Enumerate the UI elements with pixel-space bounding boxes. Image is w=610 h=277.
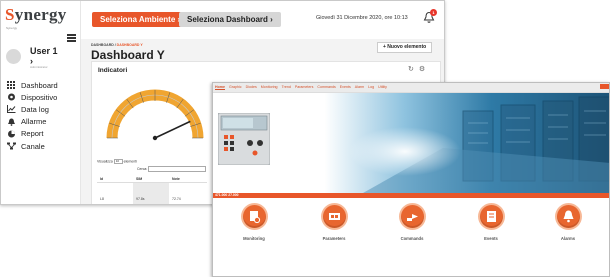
sidebar-item-data-log[interactable]: Data log [7,103,58,115]
sidebar-item-label: Report [21,129,44,139]
tile-label: Monitoring [243,236,265,241]
user-name[interactable]: User 1 › [30,46,58,66]
alarms-icon [556,205,580,228]
sidebar-item-allarme[interactable]: Allarme [7,116,58,128]
sidebar-item-dispositivo[interactable]: Dispositivo [7,91,58,103]
page-size-select[interactable]: 10 [113,159,123,164]
nav-item-trend[interactable]: Trend [282,85,291,89]
sidebar-item-label: Allarme [21,117,47,127]
tile-label: Parameters [322,236,346,241]
nav-item-commands[interactable]: Commands [317,85,335,89]
current-datetime: Giovedì 31 Dicembre 2020, ore 10:13 [316,15,408,21]
nav-item-alarm[interactable]: Alarm [355,85,364,89]
dashboard-icon [7,81,16,90]
nav-item-parameters[interactable]: Parameters [295,85,314,89]
sidebar-item-label: Canale [21,141,45,151]
sidebar-item-dashboard[interactable]: Dashboard [7,79,58,91]
refresh-icon[interactable]: ↻ [408,66,419,73]
nav-item-home[interactable]: Home [215,85,225,89]
chart-icon [7,105,16,114]
notification-bell-icon[interactable]: 1 [423,9,437,24]
panel-tools: ↻⚙ [408,65,430,73]
user-role: Administrator [30,65,48,69]
gauge-chart [106,89,204,141]
tile-alarms[interactable]: Alarms [533,205,603,241]
column-header[interactable]: Id [97,175,133,182]
bell-icon [7,118,16,126]
search-control: Cerca: [137,166,207,172]
nav-item-events[interactable]: Events [340,85,351,89]
tile-events[interactable]: Events [456,205,526,241]
monitoring-icon [242,205,266,228]
nav-item-utility[interactable]: Utility [378,85,387,89]
events-icon [479,205,503,228]
nav-items: Home Graphic Diodes Monitoring Trend Par… [215,85,391,89]
panel-title: Indicatori [98,67,128,74]
avatar[interactable] [6,49,21,64]
new-element-button[interactable]: + Nuovo elemento [377,42,433,53]
synergy-logo[interactable]: Synergy [5,5,67,25]
status-strip: 471.000 27.000 [213,193,609,198]
nav-item-log[interactable]: Log [368,85,374,89]
tile-label: Alarms [560,236,576,241]
notification-count-badge: 1 [430,9,437,16]
datacenter-image [213,93,609,193]
sidebar-item-label: Data log [21,104,49,114]
table-row[interactable]: L8 97.8s 72.74 [97,194,207,204]
controller-device-image [218,113,270,165]
column-header[interactable]: Note [169,175,205,182]
gauge-needle [154,120,191,139]
page-title: Dashboard Y [91,48,165,62]
table-row[interactable] [97,183,207,194]
nav-item-graphic[interactable]: Graphic [229,85,242,89]
gauge-arc [106,89,204,139]
sidebar-item-label: Dashboard [21,80,58,90]
data-table: Id SIM Note L8 97.8s 72.74 [97,175,207,204]
tile-monitoring[interactable]: Monitoring [219,205,289,241]
gear-icon[interactable]: ⚙ [419,66,430,73]
nav-item-diodes[interactable]: Diodes [246,85,257,89]
table-header: Id SIM Note [97,175,207,183]
report-icon [7,130,16,138]
breadcrumb: DASHBOARD / DASHBOARD Y [91,43,143,47]
tile-commands[interactable]: Commands [377,205,447,241]
sidebar: Synergy Synergy User 1 › Administrator Da… [1,1,81,204]
parameters-icon [322,205,346,228]
search-input[interactable] [148,166,207,172]
select-dashboard-button[interactable]: Seleziona Dashboard › [179,12,281,27]
device-icon [7,93,16,101]
hamburger-menu-icon[interactable] [67,34,76,42]
tile-label: Events [484,236,498,241]
nav-item-monitoring[interactable]: Monitoring [261,85,278,89]
hero-banner [213,93,609,193]
channel-icon [7,142,16,150]
top-bar: Seleziona Ambiente › Seleziona Dashboard… [81,1,444,39]
select-environment-button[interactable]: Seleziona Ambiente › [92,12,189,27]
top-navigation: Home Graphic Diodes Monitoring Trend Par… [213,83,609,93]
sidebar-item-canale[interactable]: Canale [7,140,58,152]
sidebar-item-report[interactable]: Report [7,128,58,140]
column-header[interactable]: SIM [133,175,169,182]
sidebar-menu: Dashboard Dispositivo Data log Allarme R… [7,79,58,152]
automation-webpage-window: Home Graphic Diodes Monitoring Trend Par… [212,82,610,277]
brand-logo [600,84,609,89]
sidebar-item-label: Dispositivo [21,92,58,102]
status-values: 471.000 27.000 [215,193,239,197]
commands-icon [400,205,424,228]
tile-label: Commands [400,236,424,241]
logo-subtitle: Synergy [6,26,18,30]
tile-parameters[interactable]: Parameters [299,205,369,241]
page-size-control: Visualizza 10 elementi [97,159,137,164]
gauge-pivot [152,135,158,141]
